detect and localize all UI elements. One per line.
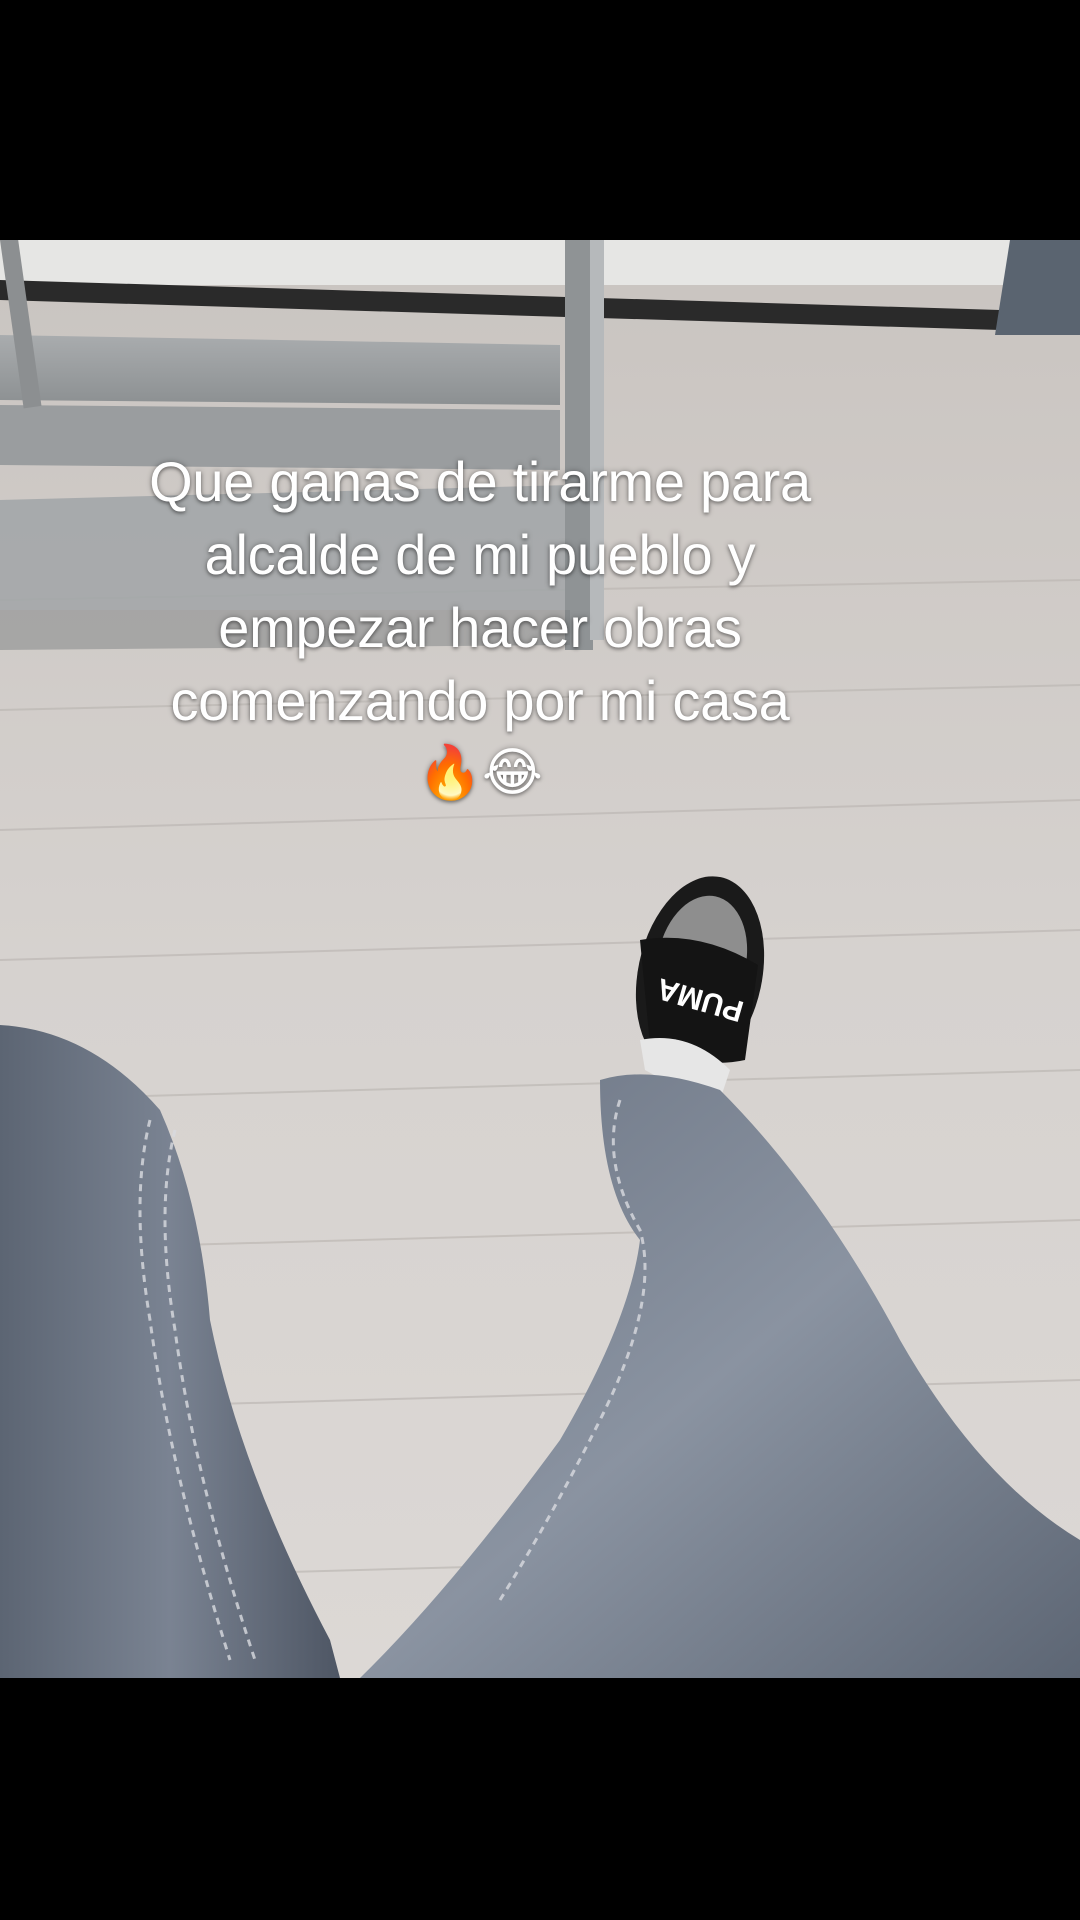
- caption-line: comenzando por mi casa: [170, 669, 790, 732]
- door-frame: [995, 240, 1080, 335]
- wall: [0, 240, 1080, 285]
- caption-line: empezar hacer obras: [218, 596, 742, 659]
- overlay-caption: Que ganas de tirarme para alcalde de mi …: [90, 445, 870, 807]
- video-frame: PUMA Que ganas de tirarme para alcalde d…: [0, 0, 1080, 1920]
- caption-line: Que ganas de tirarme para: [149, 450, 811, 513]
- caption-emojis: 🔥😂: [417, 744, 543, 802]
- caption-line: alcalde de mi pueblo y: [204, 523, 756, 586]
